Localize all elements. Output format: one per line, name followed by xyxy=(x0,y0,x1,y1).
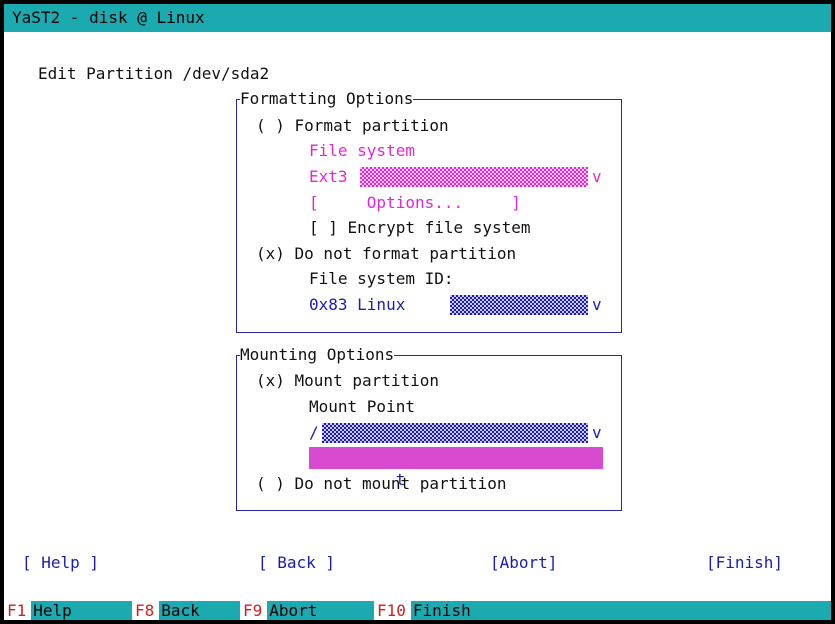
chevron-down-icon[interactable]: v xyxy=(592,295,602,315)
fkey-finish[interactable]: F10 Finish xyxy=(374,601,471,620)
mount-point-value[interactable]: / xyxy=(309,423,319,443)
window-title: YaST2 - disk @ Linux xyxy=(4,4,831,32)
file-system-combobox-fill[interactable] xyxy=(360,167,588,187)
formatting-options-legend: Formatting Options xyxy=(240,89,414,109)
chevron-down-icon[interactable]: v xyxy=(592,423,602,443)
function-key-bar: F1 Help F8 Back F9 Abort F10 Finish xyxy=(4,601,831,620)
do-not-format-radio[interactable]: (x) Do not format partition xyxy=(256,244,516,264)
fkey-label: F9 xyxy=(240,601,268,620)
format-partition-radio[interactable]: ( ) Format partition xyxy=(256,116,449,136)
options-button[interactable]: [ Options... ] xyxy=(309,193,521,213)
file-system-id-label: File system ID: xyxy=(309,269,454,288)
finish-button[interactable]: [Finish] xyxy=(706,553,783,573)
mount-point-combobox-fill[interactable] xyxy=(322,423,588,443)
fkey-action: Back xyxy=(161,601,200,620)
file-system-value[interactable]: Ext3 xyxy=(309,167,348,187)
terminal-screen: YaST2 - disk @ Linux Edit Partition /dev… xyxy=(4,4,831,620)
fkey-label: F8 xyxy=(132,601,160,620)
back-button[interactable]: [ Back ] xyxy=(258,553,335,573)
file-system-label: File system xyxy=(309,141,415,160)
fkey-help[interactable]: F1 Help xyxy=(4,601,72,620)
fkey-action: Abort xyxy=(269,601,318,620)
mounting-options-legend: Mounting Options xyxy=(240,345,395,365)
page-title: Edit Partition /dev/sda2 xyxy=(38,64,270,83)
fkey-action: Help xyxy=(33,601,72,620)
fstab-close-bracket: ] xyxy=(530,470,560,489)
mount-point-label: Mount Point xyxy=(309,397,415,416)
fkey-abort[interactable]: F9 Abort xyxy=(240,601,317,620)
file-system-id-combobox-fill[interactable] xyxy=(450,295,588,315)
chevron-down-icon[interactable]: v xyxy=(592,167,602,187)
do-not-mount-radio[interactable]: ( ) Do not mount partition xyxy=(256,474,506,494)
fkey-label: F10 xyxy=(374,601,411,620)
mount-partition-radio[interactable]: (x) Mount partition xyxy=(256,371,439,391)
help-button[interactable]: [ Help ] xyxy=(22,553,99,573)
file-system-id-value[interactable]: 0x83 Linux xyxy=(309,295,405,315)
fkey-back[interactable]: F8 Back xyxy=(132,601,200,620)
fstab-options-button[interactable]: [ Fstab Options... ] xyxy=(309,447,603,489)
fkey-action: Finish xyxy=(412,601,471,620)
encrypt-file-system-checkbox[interactable]: [ ] Encrypt file system xyxy=(309,218,531,238)
fkey-label: F1 xyxy=(4,601,32,620)
abort-button[interactable]: [Abort] xyxy=(490,553,557,573)
